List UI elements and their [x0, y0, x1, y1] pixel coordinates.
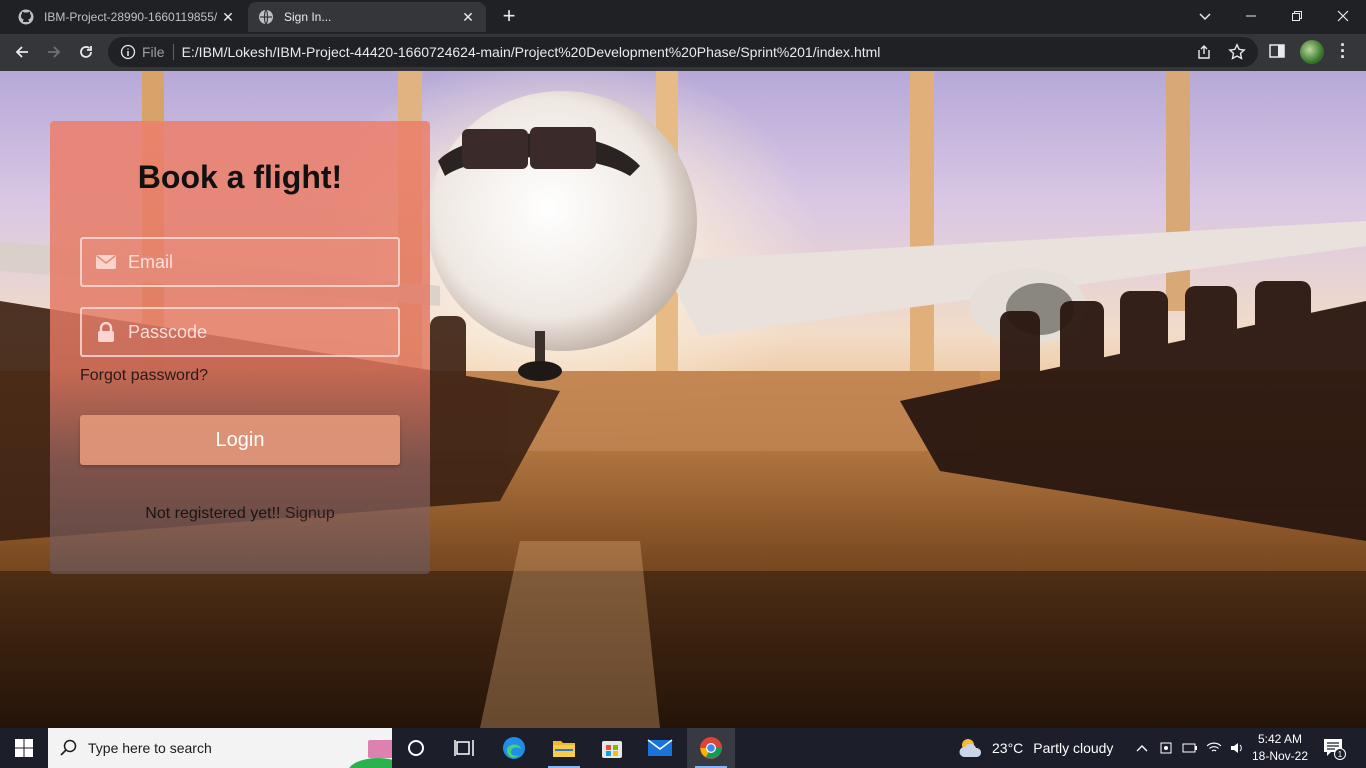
microsoft-store-icon	[602, 741, 622, 758]
folder-icon	[553, 741, 575, 757]
edge-taskbar-button[interactable]	[490, 728, 538, 768]
minimize-button[interactable]	[1228, 0, 1274, 32]
tab-title: IBM-Project-28990-1660119855/	[44, 10, 218, 24]
minimize-icon	[1246, 15, 1256, 17]
globe-icon	[259, 9, 273, 25]
tab-sign-in[interactable]: Sign In... ✕	[248, 2, 486, 32]
arrow-right-icon	[48, 46, 61, 58]
window-controls	[1228, 0, 1366, 32]
login-card: Book a flight! Forgot password? Login No…	[50, 121, 430, 574]
chrome-taskbar-button[interactable]	[687, 728, 735, 768]
login-button[interactable]: Login	[80, 415, 400, 465]
partly-cloudy-icon	[959, 739, 982, 757]
windows-logo-icon	[15, 739, 33, 757]
page-viewport: Book a flight! Forgot password? Login No…	[0, 71, 1366, 728]
weather-widget[interactable]: 23°C Partly cloudy	[958, 728, 1113, 768]
forgot-password-link[interactable]: Forgot password?	[80, 367, 208, 385]
arrow-left-icon	[15, 46, 28, 58]
omnibox-divider	[172, 44, 174, 60]
reload-icon	[80, 46, 92, 58]
battery-icon[interactable]	[1178, 742, 1202, 754]
edge-icon	[503, 737, 525, 759]
address-bar[interactable]: File E:/IBM/Lokesh/IBM-Project-44420-166…	[108, 37, 1258, 67]
search-highlight-illustration-icon	[349, 740, 392, 768]
bookmark-star-icon[interactable]	[1228, 43, 1246, 61]
menu-kebab-icon[interactable]: · · ·	[1338, 36, 1348, 66]
chrome-icon	[700, 737, 722, 759]
tab-github-project[interactable]: IBM-Project-28990-1660119855/ ✕	[8, 2, 246, 32]
info-icon[interactable]	[120, 44, 136, 60]
clock-time: 5:42 AM	[1257, 732, 1303, 746]
tab-search-button[interactable]	[1184, 0, 1226, 32]
wifi-icon[interactable]	[1202, 742, 1226, 754]
taskbar-search-box[interactable]: Type here to search	[48, 728, 392, 768]
notification-count: 1	[1338, 750, 1343, 759]
search-icon	[60, 739, 77, 756]
envelope-icon	[96, 252, 116, 272]
close-icon	[1337, 10, 1349, 22]
mail-icon	[647, 739, 673, 756]
back-button[interactable]	[8, 38, 36, 66]
signup-prompt-text: Not registered yet!!	[145, 505, 281, 522]
close-tab-icon[interactable]: ✕	[460, 9, 476, 26]
clock-date: 18-Nov-22	[1251, 749, 1309, 763]
windows-taskbar: Type here to search 23°C Partly cloudy 5…	[0, 728, 1366, 768]
mail-taskbar-button[interactable]	[636, 728, 684, 768]
new-tab-button[interactable]: +	[496, 5, 522, 29]
profile-avatar[interactable]	[1300, 40, 1324, 64]
chevron-down-icon	[1199, 13, 1211, 21]
close-window-button[interactable]	[1320, 0, 1366, 32]
weather-temperature: 23°C	[992, 740, 1024, 756]
email-input[interactable]	[128, 251, 388, 273]
scheme-label: File	[142, 44, 165, 60]
url-text[interactable]: E:/IBM/Lokesh/IBM-Project-44420-16607246…	[182, 44, 881, 60]
close-tab-icon[interactable]: ✕	[220, 9, 236, 26]
start-button[interactable]	[0, 728, 48, 768]
forward-button[interactable]	[40, 38, 68, 66]
reload-button[interactable]	[72, 38, 100, 66]
restore-icon	[1292, 11, 1302, 21]
email-field[interactable]	[80, 237, 400, 287]
signup-prompt: Not registered yet!! Signup	[50, 505, 430, 523]
volume-icon[interactable]	[1226, 741, 1250, 755]
browser-tab-strip: IBM-Project-28990-1660119855/ ✕ Sign In.…	[0, 0, 1366, 34]
passcode-input[interactable]	[128, 321, 388, 343]
chevron-up-icon[interactable]	[1130, 744, 1154, 752]
meet-now-icon[interactable]	[1154, 741, 1178, 755]
cortana-button[interactable]	[392, 728, 440, 768]
side-panel-icon[interactable]	[1268, 42, 1286, 60]
taskbar-clock[interactable]: 5:42 AM 18-Nov-22	[1248, 731, 1312, 765]
file-explorer-taskbar-button[interactable]	[540, 728, 588, 768]
restore-button[interactable]	[1274, 0, 1320, 32]
task-view-icon	[454, 740, 474, 756]
store-taskbar-button[interactable]	[588, 728, 636, 768]
browser-toolbar: File E:/IBM/Lokesh/IBM-Project-44420-166…	[0, 34, 1366, 71]
task-view-button[interactable]	[440, 728, 488, 768]
notification-icon: 1	[1324, 739, 1346, 760]
lock-icon	[96, 322, 116, 342]
passcode-field[interactable]	[80, 307, 400, 357]
cortana-circle-icon	[408, 740, 424, 756]
weather-condition: Partly cloudy	[1033, 740, 1114, 756]
tab-title: Sign In...	[284, 10, 332, 24]
github-icon	[18, 9, 34, 25]
share-icon[interactable]	[1196, 44, 1212, 60]
notification-center-button[interactable]: 1	[1322, 736, 1346, 760]
search-placeholder: Type here to search	[88, 740, 212, 756]
page-title: Book a flight!	[137, 159, 343, 195]
signup-link[interactable]: Signup	[285, 505, 335, 522]
system-tray	[1130, 728, 1250, 768]
